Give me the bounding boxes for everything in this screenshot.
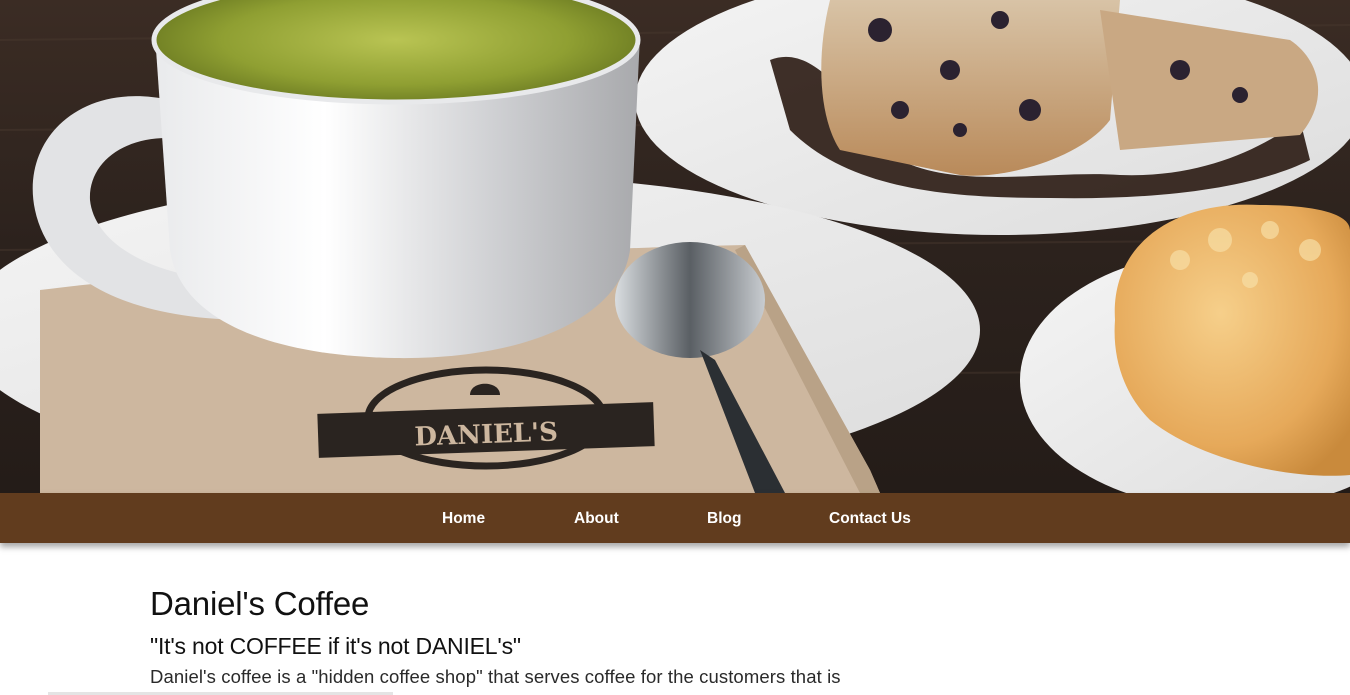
- svg-text:DANIEL'S: DANIEL'S: [414, 418, 558, 453]
- coffee-table-photo: DANIEL'S: [0, 0, 1350, 493]
- tagline: "It's not COFFEE if it's not DANIEL's": [150, 633, 521, 659]
- main-content: Daniel's Coffee "It's not COFFEE if it's…: [150, 580, 1200, 690]
- main-navbar: Home About Blog Contact Us: [0, 493, 1350, 543]
- nav-link-about[interactable]: About: [574, 493, 619, 543]
- nav-link-blog[interactable]: Blog: [707, 493, 741, 543]
- nav-link-home[interactable]: Home: [442, 493, 485, 543]
- nav-link-contact-us[interactable]: Contact Us: [829, 493, 911, 543]
- hero-image: DANIEL'S: [0, 0, 1350, 493]
- page-title: Daniel's Coffee: [150, 585, 370, 622]
- intro-paragraph: Daniel's coffee is a "hidden coffee shop…: [150, 666, 841, 687]
